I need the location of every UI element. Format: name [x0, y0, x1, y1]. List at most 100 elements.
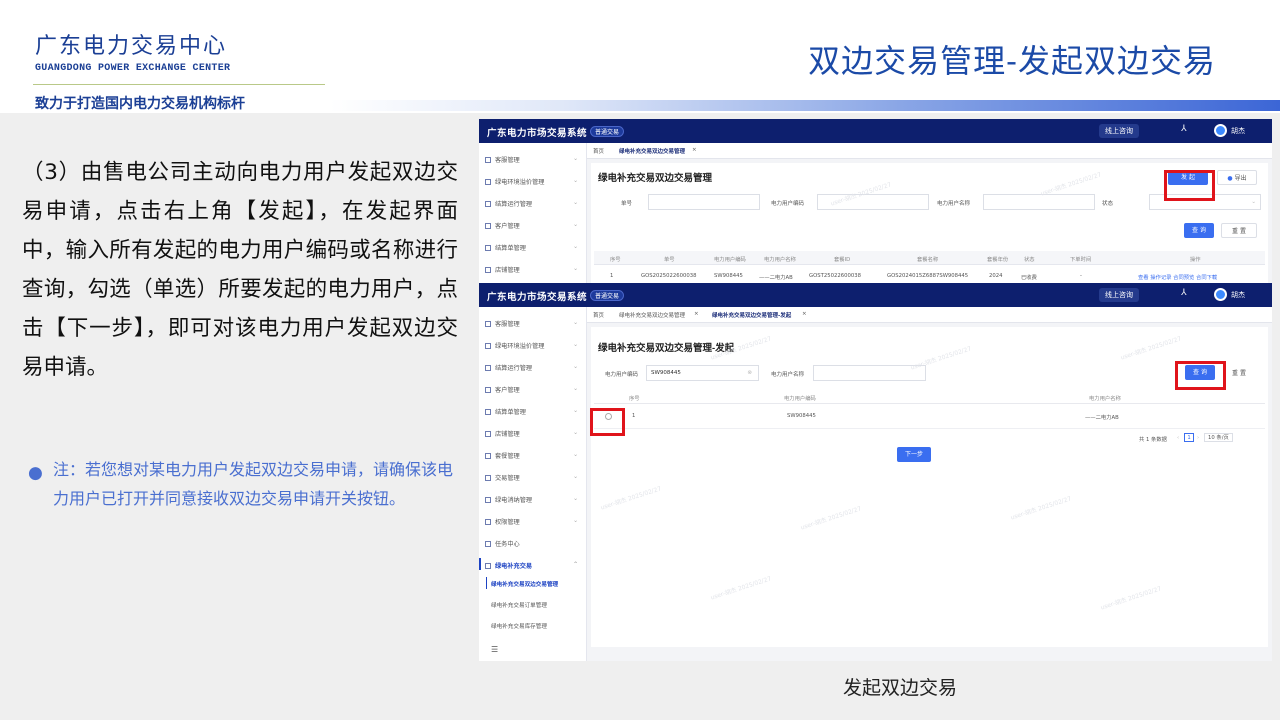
sidebar-item[interactable]: 客户管理 ⌄	[485, 221, 578, 230]
highlight-row-radio	[590, 408, 625, 436]
sidebar-item[interactable]: 绿电消纳管理 ⌄	[485, 495, 578, 504]
field-label: 电力用户编码	[605, 372, 639, 378]
reset-button[interactable]: 重 置	[1221, 223, 1257, 238]
pager-current[interactable]: 1	[1184, 433, 1194, 442]
chevron-down-icon: ⌄	[573, 407, 579, 414]
sidebar-item[interactable]: 交易管理 ⌄	[485, 473, 578, 482]
menu-icon	[485, 267, 491, 273]
pager-total: 共 1 条数据	[1139, 437, 1167, 443]
chevron-down-icon: ⌄	[573, 363, 579, 370]
field-label: 单号	[621, 201, 633, 207]
sidebar-subitem-bilateral[interactable]: 绿电补充交易双边交易管理	[491, 580, 558, 588]
sidebar-item[interactable]: 店铺管理 ⌄	[485, 265, 578, 274]
app-brand: 广东电力市场交易系统	[487, 292, 588, 303]
next-step-button[interactable]: 下一步	[897, 447, 931, 462]
chevron-down-icon: ⌄	[573, 319, 579, 326]
user-name-input[interactable]	[983, 194, 1095, 210]
avatar[interactable]	[1214, 288, 1227, 301]
sidebar-item-green-trade[interactable]: 绿电补充交易 ⌃	[485, 561, 578, 570]
sidebar-item[interactable]: 客服管理 ⌄	[485, 155, 578, 164]
next-page-icon[interactable]: ›	[1197, 435, 1199, 441]
app-sidebar: 客服管理 ⌄ 绿电环境溢价管理 ⌄ 结算运行管理 ⌄ 客户管理 ⌄ 结算单管理 ⌄ 店铺管…	[479, 143, 587, 287]
menu-icon	[485, 563, 491, 569]
table-cell: ——二电力AB	[1085, 415, 1119, 421]
sidebar-item[interactable]: 客服管理 ⌄	[485, 319, 578, 328]
close-icon[interactable]: ×	[802, 311, 807, 317]
sidebar-item[interactable]: 客户管理 ⌄	[485, 385, 578, 394]
active-indicator	[479, 558, 481, 570]
field-label: 电力用户名称	[771, 372, 805, 378]
online-consult-button[interactable]: 线上咨询	[1099, 124, 1139, 138]
prev-page-icon[interactable]: ‹	[1177, 435, 1179, 441]
tab-bilateral-manage[interactable]: 绿电补充交易双边交易管理	[619, 147, 685, 155]
chevron-down-icon: ⌄	[573, 517, 579, 524]
chevron-down-icon: ⌄	[1251, 199, 1256, 205]
network-icon[interactable]: ⅄	[1181, 288, 1187, 298]
sidebar-item[interactable]: 结算运行管理 ⌄	[485, 199, 578, 208]
column-header: 序号	[610, 257, 621, 263]
order-no-input[interactable]	[648, 194, 760, 210]
trade-type-badge[interactable]: 普通交易	[590, 290, 625, 301]
column-header: 套餐年份	[987, 257, 1009, 263]
row-actions-link[interactable]: 查看 操作记录 合同预览 合同下载	[1138, 273, 1217, 281]
highlight-initiate-button	[1164, 170, 1215, 201]
page-title: 绿电补充交易双边交易管理	[598, 173, 713, 184]
note-block: ● 注：若您想对某电力用户发起双边交易申请，请确保该电力用户已打开并同意接收双边…	[28, 455, 460, 513]
collapse-menu-icon[interactable]: ☰	[491, 645, 498, 654]
clear-icon[interactable]: ⊗	[747, 366, 752, 380]
sidebar-item[interactable]: 权限管理 ⌄	[485, 517, 578, 526]
screenshot-list-page: 广东电力市场交易系统 普通交易 线上咨询 ⅄ 胡杰 客服管理 ⌄ 绿电环境溢价管理…	[479, 119, 1272, 287]
column-header: 单号	[664, 257, 675, 263]
network-icon[interactable]: ⅄	[1181, 124, 1187, 134]
sidebar-item[interactable]: 结算运行管理 ⌄	[485, 363, 578, 372]
export-button[interactable]: ● 导出	[1217, 170, 1257, 185]
table-cell: -	[1080, 273, 1082, 279]
menu-icon	[485, 519, 491, 525]
sidebar-subitem-stock[interactable]: 绿电补充交易库存管理	[491, 622, 547, 630]
table-cell: SW908445	[714, 273, 743, 279]
close-icon[interactable]: ×	[692, 147, 697, 153]
table-cell: 已收费	[1021, 275, 1037, 281]
page-size-select[interactable]: 10 条/页	[1204, 433, 1233, 442]
query-button[interactable]: 查 询	[1184, 223, 1214, 238]
tab-bar: 首页 绿电补充交易双边交易管理 × 绿电补充交易双边交易管理-发起 ×	[587, 307, 1272, 323]
column-header: 套餐ID	[834, 257, 851, 263]
avatar[interactable]	[1214, 124, 1227, 137]
user-name-input[interactable]	[813, 365, 926, 381]
chevron-down-icon: ⌄	[573, 341, 579, 348]
table-cell: SW908445	[787, 413, 816, 419]
sidebar-subitem-orders[interactable]: 绿电补充交易订单管理	[491, 601, 547, 609]
tab-bilateral-manage[interactable]: 绿电补充交易双边交易管理	[619, 311, 685, 319]
tab-home[interactable]: 首页	[593, 147, 604, 155]
reset-button[interactable]: 重 置	[1221, 365, 1257, 380]
menu-icon	[485, 541, 491, 547]
close-icon[interactable]: ×	[694, 311, 699, 317]
tab-home[interactable]: 首页	[593, 311, 604, 319]
column-header: 操作	[1190, 257, 1201, 263]
sidebar-item[interactable]: 任务中心	[485, 539, 520, 548]
tab-bilateral-initiate[interactable]: 绿电补充交易双边交易管理-发起	[712, 311, 791, 319]
sidebar-item[interactable]: 套餐管理 ⌄	[485, 451, 578, 460]
sidebar-item[interactable]: 绿电环境溢价管理 ⌄	[485, 341, 578, 350]
highlight-query-button	[1175, 361, 1226, 390]
user-name[interactable]: 胡杰	[1231, 126, 1245, 136]
table-header: 序号 单号 电力用户编码 电力用户名称 套餐ID 套餐名称 套餐年份 状态 下单…	[594, 251, 1265, 265]
sidebar-item[interactable]: 结算单管理 ⌄	[485, 407, 578, 416]
sidebar-item[interactable]: 店铺管理 ⌄	[485, 429, 578, 438]
menu-icon	[485, 179, 491, 185]
online-consult-button[interactable]: 线上咨询	[1099, 288, 1139, 302]
info-icon: ●	[1227, 175, 1233, 182]
chevron-down-icon: ⌄	[573, 473, 579, 480]
menu-icon	[485, 343, 491, 349]
chevron-down-icon: ⌄	[573, 199, 579, 206]
chevron-down-icon: ⌄	[573, 429, 579, 436]
sidebar-item[interactable]: 结算单管理 ⌄	[485, 243, 578, 252]
user-code-input[interactable]: SW908445 ⊗	[646, 365, 759, 381]
chevron-down-icon: ⌄	[573, 243, 579, 250]
sidebar-item[interactable]: 绿电环境溢价管理 ⌄	[485, 177, 578, 186]
column-header: 电力用户名称	[1089, 396, 1121, 402]
chevron-up-icon: ⌃	[573, 561, 579, 568]
menu-icon	[485, 245, 491, 251]
trade-type-badge[interactable]: 普通交易	[590, 126, 625, 137]
user-name[interactable]: 胡杰	[1231, 290, 1245, 300]
